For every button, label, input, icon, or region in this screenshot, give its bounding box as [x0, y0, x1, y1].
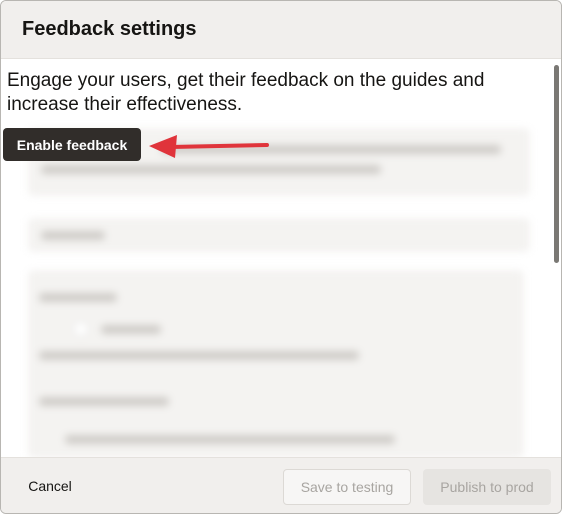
blurred-form-content	[1, 59, 561, 457]
dialog-title: Feedback settings	[22, 18, 197, 40]
red-arrow-icon	[149, 135, 269, 158]
enable-feedback-button[interactable]: Enable feedback	[3, 128, 141, 161]
intro-text: Engage your users, get their feedback on…	[7, 70, 485, 115]
dialog-footer: Cancel Save to testing Publish to prod	[1, 457, 561, 513]
blurred-text	[41, 165, 381, 174]
blurred-text	[39, 293, 117, 302]
scrollbar-thumb[interactable]	[554, 65, 559, 263]
blurred-text	[39, 351, 359, 360]
dialog-body: Engage your users, get their feedback on…	[1, 59, 561, 457]
feedback-settings-dialog: Feedback settings Engage your users, get…	[0, 0, 562, 514]
blurred-text	[39, 397, 169, 406]
dialog-header: Feedback settings	[1, 1, 561, 59]
cancel-button[interactable]: Cancel	[15, 470, 85, 502]
blurred-text	[65, 435, 395, 444]
publish-to-prod-button[interactable]: Publish to prod	[423, 469, 551, 505]
blurred-radio	[73, 321, 89, 337]
blurred-text	[101, 325, 161, 334]
save-to-testing-button[interactable]: Save to testing	[283, 469, 411, 505]
blurred-text	[41, 231, 105, 240]
